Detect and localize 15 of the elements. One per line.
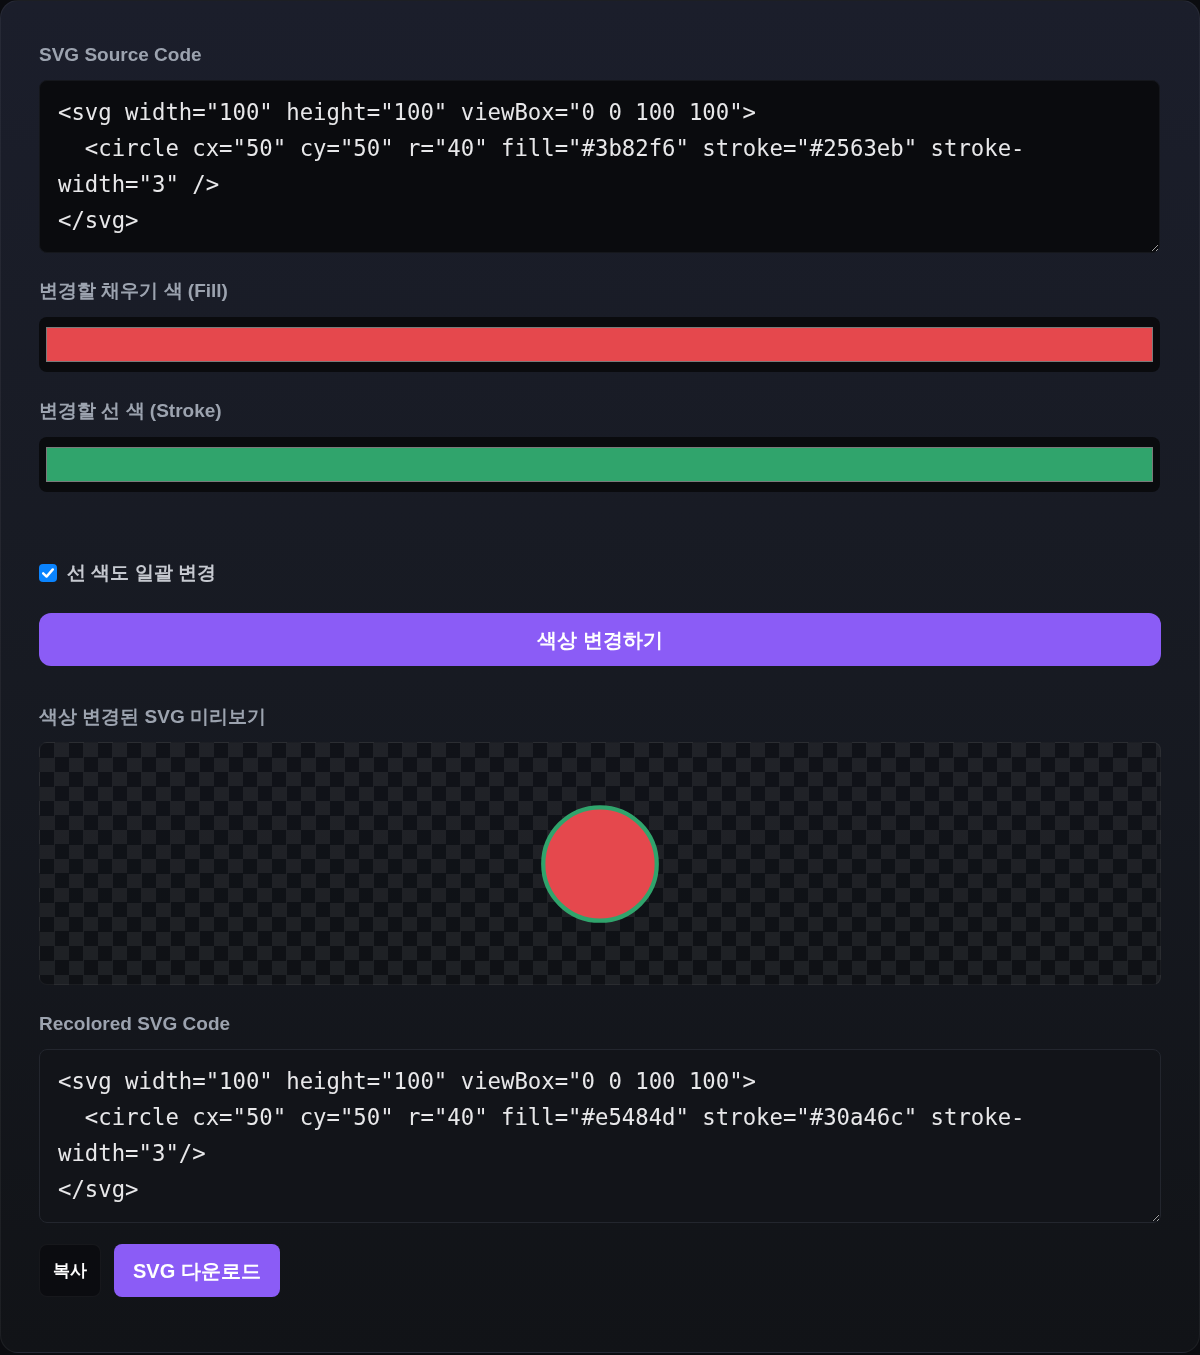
checkbox-label: 선 색도 일괄 변경 <box>67 561 216 585</box>
fill-color-picker[interactable] <box>39 317 1160 372</box>
stroke-color-picker[interactable] <box>39 437 1160 492</box>
apply-colors-button[interactable]: 색상 변경하기 <box>39 613 1161 666</box>
section-label: SVG Source Code <box>39 43 202 67</box>
field-label: 변경할 선 색 (Stroke) <box>39 399 222 423</box>
checkmark-icon <box>42 568 54 578</box>
checkbox[interactable] <box>39 564 57 582</box>
section-label: 색상 변경된 SVG 미리보기 <box>39 705 266 729</box>
download-button[interactable]: SVG 다운로드 <box>114 1244 280 1297</box>
field-label: 변경할 채우기 색 (Fill) <box>39 279 228 303</box>
source-code-field[interactable]: <svg width="100" height="100" viewBox="0 0 100 100"> <circle cx="50" cy="50" r="40" fill="#3b82f6" stroke="#2563eb" stroke-width="3" /> </svg> <box>39 80 1160 253</box>
copy-button[interactable]: 복사 <box>39 1244 101 1297</box>
result-code-field[interactable]: <svg width="100" height="100" viewBox="0 0 100 100"> <circle cx="50" cy="50" r="40" fill="#e5484d" stroke="#30a46c" stroke-width="3"/> </svg> <box>39 1049 1161 1223</box>
section-label: Recolored SVG Code <box>39 1012 231 1036</box>
